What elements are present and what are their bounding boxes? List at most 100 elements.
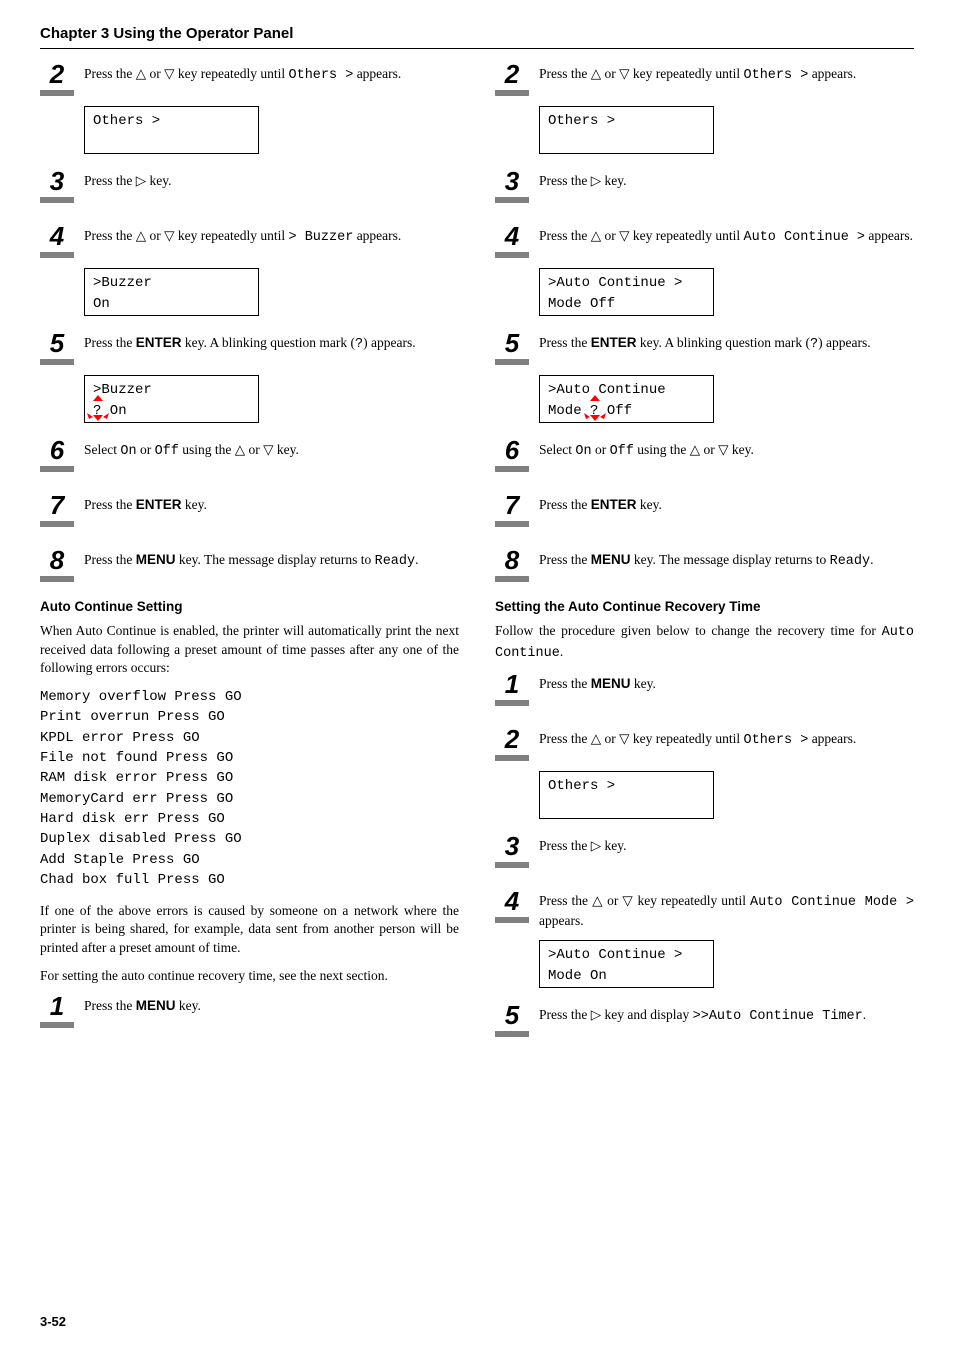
down-triangle-icon: ▽ xyxy=(619,228,629,243)
down-triangle-icon: ▽ xyxy=(164,66,174,81)
subsection-heading: Setting the Auto Continue Recovery Time xyxy=(495,598,914,616)
down-triangle-icon: ▽ xyxy=(718,442,728,457)
step-5c: 5 Press the ▷ key and display >>Auto Con… xyxy=(495,1004,914,1037)
step-4: 4 Press the △ or ▽ key repeatedly until … xyxy=(40,225,459,258)
down-triangle-icon: ▽ xyxy=(619,66,629,81)
up-triangle-icon: △ xyxy=(690,442,700,457)
step-num: 6 xyxy=(50,437,64,464)
step-text: Press the ENTER key. A blinking question… xyxy=(539,332,914,354)
page-number: 3-52 xyxy=(40,1313,66,1331)
down-triangle-icon: ▽ xyxy=(164,228,174,243)
step-text: Select On or Off using the △ or ▽ key. xyxy=(84,439,459,461)
step-num: 2 xyxy=(505,61,519,88)
step-num: 4 xyxy=(50,223,64,250)
step-5: 5 Press the ENTER key. A blinking questi… xyxy=(40,332,459,365)
step-7r: 7 Press the ENTER key. xyxy=(495,494,914,527)
down-triangle-icon: ▽ xyxy=(622,893,633,908)
up-triangle-icon: △ xyxy=(592,893,603,908)
up-triangle-icon: △ xyxy=(136,66,146,81)
step-num: 3 xyxy=(505,168,519,195)
chapter-title: Chapter 3 Using the Operator Panel xyxy=(40,24,914,49)
step-text: Press the MENU key. The message display … xyxy=(539,549,914,571)
up-triangle-icon: △ xyxy=(591,66,601,81)
paragraph: If one of the above errors is caused by … xyxy=(40,902,459,957)
step-3c: 3 Press the ▷ key. xyxy=(495,835,914,868)
step-num: 5 xyxy=(505,330,519,357)
error-item: Memory overflow Press GO xyxy=(40,687,459,707)
error-item: MemoryCard err Press GO xyxy=(40,789,459,809)
lcd-display: >Auto Continue >Mode On xyxy=(539,940,714,988)
step-4c: 4 Press the △ or ▽ key repeatedly until … xyxy=(495,890,914,930)
step-num: 5 xyxy=(50,330,64,357)
step-num: 2 xyxy=(505,726,519,753)
paragraph: When Auto Continue is enabled, the print… xyxy=(40,622,459,677)
step-8: 8 Press the MENU key. The message displa… xyxy=(40,549,459,582)
error-item: Add Staple Press GO xyxy=(40,850,459,870)
step-2: 2 Press the △ or ▽ key repeatedly until … xyxy=(40,63,459,96)
step-num: 7 xyxy=(50,492,64,519)
step-text: Select On or Off using the △ or ▽ key. xyxy=(539,439,914,461)
error-item: KPDL error Press GO xyxy=(40,728,459,748)
step-6r: 6 Select On or Off using the △ or ▽ key. xyxy=(495,439,914,472)
step-6: 6 Select On or Off using the △ or ▽ key. xyxy=(40,439,459,472)
right-triangle-icon: ▷ xyxy=(136,173,146,188)
step-1b: 1 Press the MENU key. xyxy=(40,995,459,1028)
step-text: Press the ENTER key. xyxy=(84,494,459,514)
step-text: Press the ▷ key. xyxy=(84,170,459,190)
step-text: Press the △ or ▽ key repeatedly until > … xyxy=(84,225,459,247)
blink-cursor-icon: ? xyxy=(590,401,598,422)
step-2r: 2 Press the △ or ▽ key repeatedly until … xyxy=(495,63,914,96)
up-triangle-icon: △ xyxy=(591,228,601,243)
step-5r: 5 Press the ENTER key. A blinking questi… xyxy=(495,332,914,365)
error-list: Memory overflow Press GO Print overrun P… xyxy=(40,687,459,890)
step-num: 1 xyxy=(505,671,519,698)
step-num: 2 xyxy=(50,61,64,88)
step-num: 1 xyxy=(50,993,64,1020)
down-triangle-icon: ▽ xyxy=(263,442,273,457)
paragraph: For setting the auto continue recovery t… xyxy=(40,967,459,985)
error-item: Print overrun Press GO xyxy=(40,707,459,727)
step-num: 8 xyxy=(505,547,519,574)
step-num: 4 xyxy=(505,223,519,250)
step-text: Press the ▷ key. xyxy=(539,835,914,855)
step-num: 3 xyxy=(505,833,519,860)
step-text: Press the △ or ▽ key repeatedly until Ot… xyxy=(539,728,914,750)
up-triangle-icon: △ xyxy=(235,442,245,457)
lcd-display: Others > xyxy=(539,106,714,154)
step-text: Press the ▷ key and display >>Auto Conti… xyxy=(539,1004,914,1026)
step-2c: 2 Press the △ or ▽ key repeatedly until … xyxy=(495,728,914,761)
step-text: Press the △ or ▽ key repeatedly until Au… xyxy=(539,890,914,930)
step-num: 7 xyxy=(505,492,519,519)
up-triangle-icon: △ xyxy=(591,731,601,746)
right-column: 2 Press the △ or ▽ key repeatedly until … xyxy=(495,63,914,1047)
step-text: Press the △ or ▽ key repeatedly until Ot… xyxy=(539,63,914,85)
down-triangle-icon: ▽ xyxy=(619,731,629,746)
error-item: Hard disk err Press GO xyxy=(40,809,459,829)
step-8r: 8 Press the MENU key. The message displa… xyxy=(495,549,914,582)
paragraph: Follow the procedure given below to chan… xyxy=(495,622,914,662)
lcd-display: >Auto Continue > Mode Off xyxy=(539,268,714,316)
step-text: Press the MENU key. xyxy=(84,995,459,1015)
right-triangle-icon: ▷ xyxy=(591,173,601,188)
step-num: 4 xyxy=(505,888,519,915)
step-3r: 3 Press the ▷ key. xyxy=(495,170,914,203)
step-text: Press the △ or ▽ key repeatedly until Ot… xyxy=(84,63,459,85)
step-text: Press the MENU key. xyxy=(539,673,914,693)
step-1c: 1 Press the MENU key. xyxy=(495,673,914,706)
step-text: Press the ENTER key. A blinking question… xyxy=(84,332,459,354)
error-item: File not found Press GO xyxy=(40,748,459,768)
step-num: 3 xyxy=(50,168,64,195)
lcd-display: Others > xyxy=(539,771,714,819)
step-num: 8 xyxy=(50,547,64,574)
lcd-display: >Buzzer On xyxy=(84,268,259,316)
step-text: Press the ENTER key. xyxy=(539,494,914,514)
lcd-display: >Auto Continue Mode ? Off xyxy=(539,375,714,423)
step-num: 5 xyxy=(505,1002,519,1029)
step-text: Press the MENU key. The message display … xyxy=(84,549,459,571)
error-item: Chad box full Press GO xyxy=(40,870,459,890)
lcd-display: >Buzzer ? On xyxy=(84,375,259,423)
lcd-display: Others > xyxy=(84,106,259,154)
step-text: Press the ▷ key. xyxy=(539,170,914,190)
step-3: 3 Press the ▷ key. xyxy=(40,170,459,203)
step-7: 7 Press the ENTER key. xyxy=(40,494,459,527)
